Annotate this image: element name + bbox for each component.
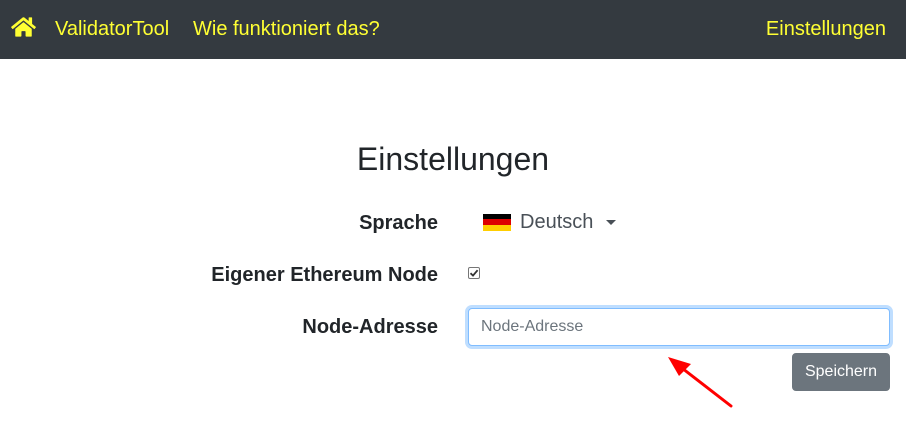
top-navbar: ValidatorTool Wie funktioniert das? Eins… — [0, 0, 906, 59]
own-node-checkbox[interactable] — [468, 267, 480, 279]
save-button[interactable]: Speichern — [792, 353, 890, 391]
red-arrow-icon — [668, 357, 733, 408]
page-title: Einstellungen — [356, 141, 550, 177]
flag-germany-icon — [483, 213, 511, 231]
own-node-label: Eigener Ethereum Node — [211, 264, 438, 286]
chevron-down-icon — [606, 219, 617, 225]
language-label: Sprache — [359, 212, 438, 234]
language-value: Deutsch — [520, 211, 594, 233]
node-address-input[interactable] — [468, 308, 890, 346]
nav-how-it-works-link[interactable]: Wie funktioniert das? — [193, 17, 380, 41]
home-icon[interactable] — [11, 16, 36, 38]
node-address-label: Node-Adresse — [302, 316, 438, 338]
language-dropdown[interactable]: Deutsch — [483, 208, 617, 236]
nav-brand-link[interactable]: ValidatorTool — [55, 17, 169, 41]
nav-settings-link[interactable]: Einstellungen — [766, 17, 886, 41]
checkmark-icon — [469, 269, 479, 277]
